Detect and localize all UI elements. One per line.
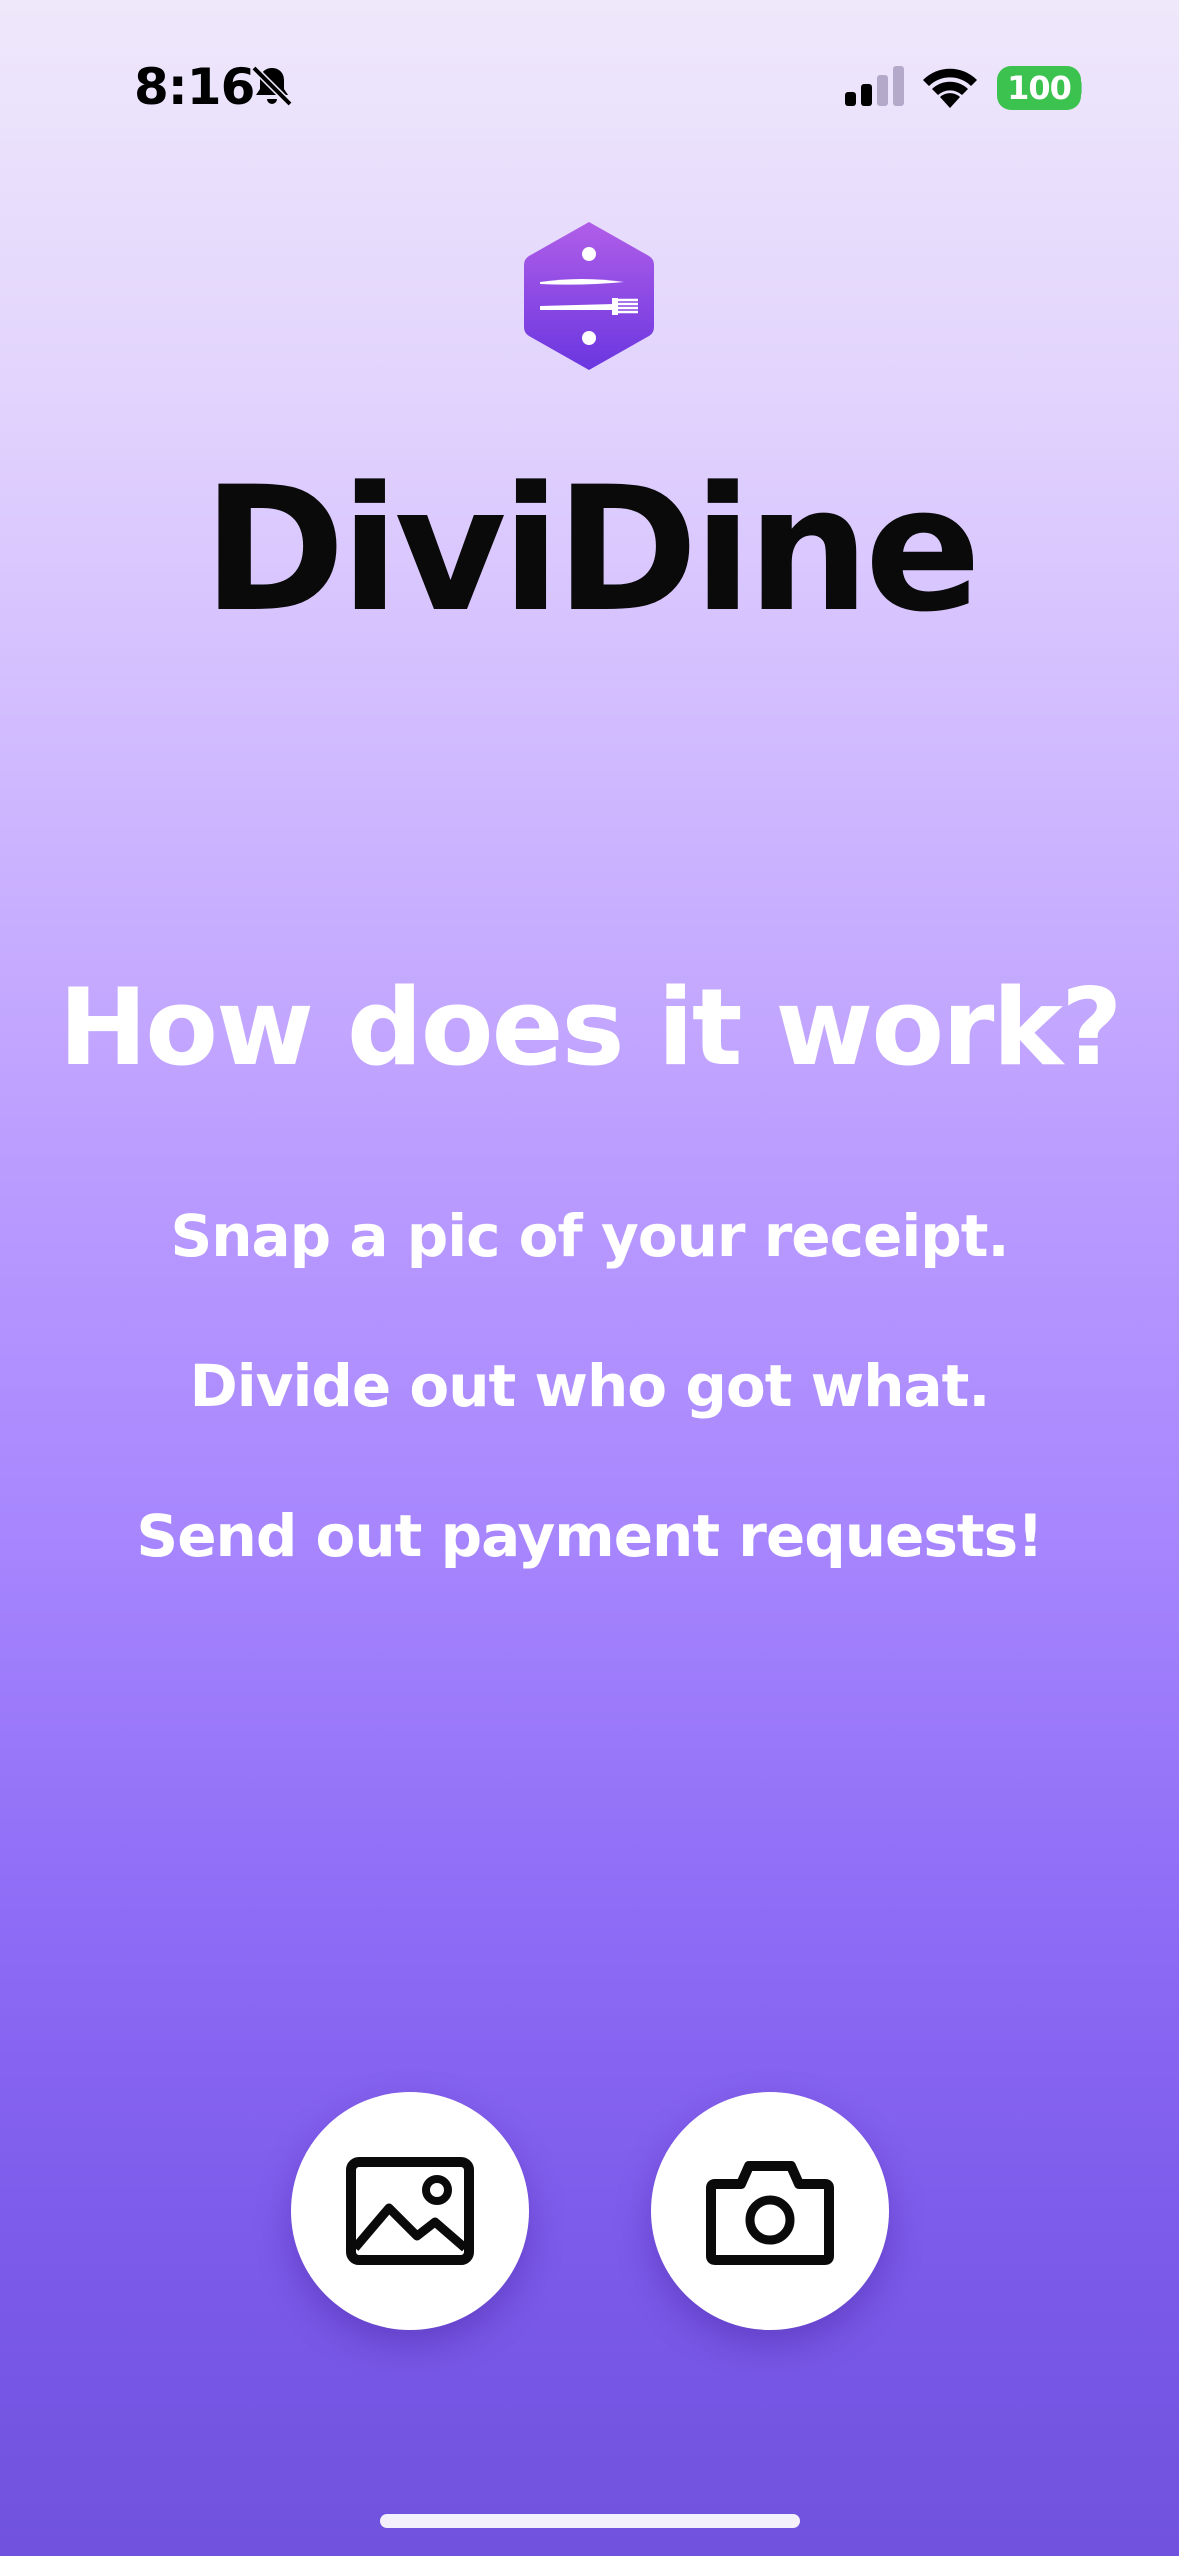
wifi-icon — [923, 68, 977, 108]
photo-gallery-button[interactable] — [291, 2092, 529, 2330]
cellular-signal-icon — [845, 66, 904, 106]
app-name: DiviDine — [202, 449, 982, 650]
status-time: 8:16 — [134, 58, 255, 116]
how-it-works-title: How does it work? — [58, 966, 1123, 1089]
knife-fork-hexagon-logo — [524, 222, 654, 370]
camera-icon — [706, 2161, 834, 2265]
step-send-requests: Send out payment requests! — [136, 1502, 1043, 1570]
status-bar: 8:16 100 — [0, 0, 1179, 170]
step-snap-receipt: Snap a pic of your receipt. — [170, 1202, 1009, 1270]
step-divide-items: Divide out who got what. — [189, 1352, 991, 1420]
battery-level: 100 — [1007, 69, 1072, 107]
battery-icon: 100 — [997, 66, 1081, 110]
photo-gallery-icon — [346, 2157, 474, 2265]
home-indicator[interactable] — [380, 2514, 800, 2528]
bell-slash-icon — [251, 65, 293, 107]
camera-button[interactable] — [651, 2092, 889, 2330]
battery-nub — [1076, 80, 1082, 96]
